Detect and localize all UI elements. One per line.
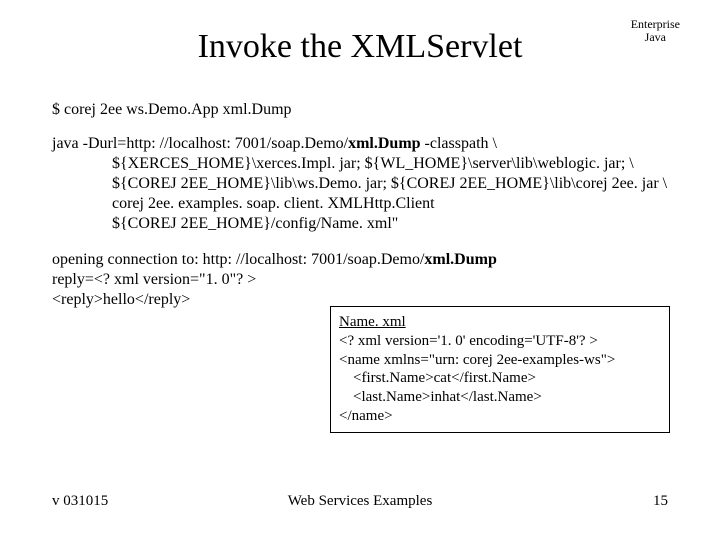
box-line-4: <last.Name>inhat</last.Name> (339, 388, 661, 407)
footer-page-number: 15 (653, 493, 668, 510)
java-line-4: corej 2ee. examples. soap. client. XMLHt… (112, 194, 668, 214)
java-line-5: ${COREJ 2EE_HOME}/config/Name. xml" (112, 214, 668, 234)
java-line-2: ${XERCES_HOME}\xerces.Impl. jar; ${WL_HO… (112, 154, 668, 174)
java-command-block: java -Durl=http: //localhost: 7001/soap.… (52, 134, 668, 234)
box-line-1: <? xml version='1. 0' encoding='UTF-8'? … (339, 332, 661, 351)
name-xml-box: Name. xml <? xml version='1. 0' encoding… (330, 306, 670, 433)
command-line: $ corej 2ee ws.Demo.App xml.Dump (52, 100, 668, 120)
slide-title: Invoke the XMLServlet (0, 28, 720, 66)
box-title: Name. xml (339, 313, 661, 332)
java-line-3: ${COREJ 2EE_HOME}\lib\ws.Demo. jar; ${CO… (112, 174, 668, 194)
box-line-5: </name> (339, 407, 661, 426)
slide-body: $ corej 2ee ws.Demo.App xml.Dump java -D… (52, 100, 668, 320)
java-line-1: java -Durl=http: //localhost: 7001/soap.… (52, 134, 668, 154)
box-line-2: <name xmlns="urn: corej 2ee-examples-ws"… (339, 351, 661, 370)
output-line-2: reply=<? xml version="1. 0"? > (52, 270, 668, 290)
box-line-3: <first.Name>cat</first.Name> (339, 369, 661, 388)
footer-title: Web Services Examples (0, 493, 720, 510)
output-line-1: opening connection to: http: //localhost… (52, 250, 668, 270)
output-block: opening connection to: http: //localhost… (52, 250, 668, 310)
